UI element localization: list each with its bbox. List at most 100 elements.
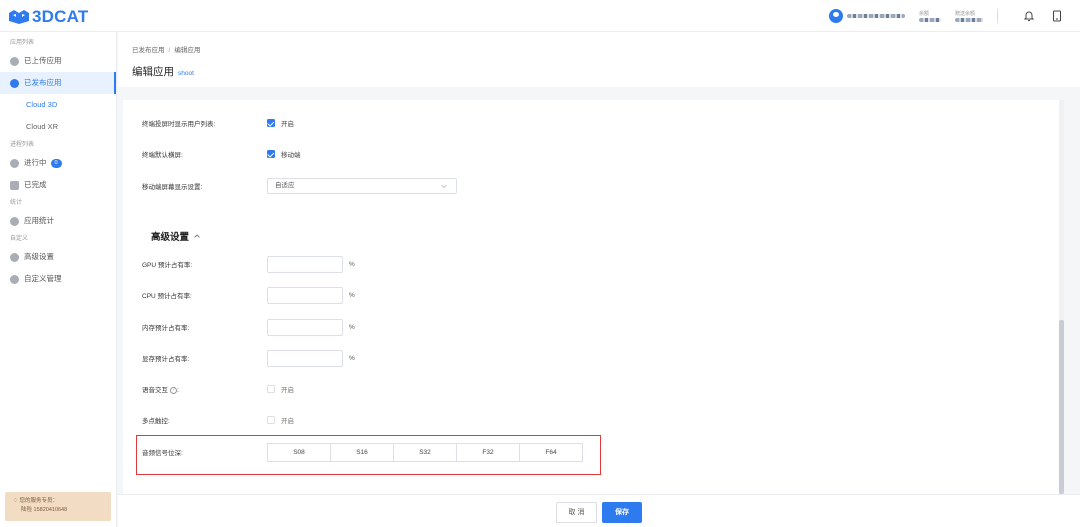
sidebar-item-app-stats[interactable]: 应用统计 bbox=[0, 210, 116, 232]
audio-depth-option-s08[interactable]: S08 bbox=[267, 442, 331, 462]
row-voice: 语音交互?: 开启 bbox=[142, 379, 294, 399]
voice-option[interactable]: 开启 bbox=[281, 384, 294, 394]
memory-input[interactable] bbox=[267, 318, 343, 336]
vram-unit: % bbox=[349, 354, 355, 362]
cat-logo-icon bbox=[9, 10, 29, 24]
brand-name: 3DCAT bbox=[32, 7, 89, 26]
publish-icon bbox=[10, 78, 19, 88]
sidebar-item-custom-mgmt[interactable]: 自定义管理 bbox=[0, 268, 116, 290]
cpu-input[interactable] bbox=[267, 286, 343, 304]
gpu-label: GPU 预计占有率: bbox=[142, 262, 193, 269]
checklist-icon bbox=[10, 180, 19, 190]
gift-balance-value-blurred bbox=[955, 18, 983, 22]
sidebar-item-published[interactable]: 已发布应用 bbox=[0, 72, 116, 94]
gift-balance-label: 赠送余额 bbox=[955, 11, 976, 17]
sidebar-item-label: 已发布应用 bbox=[24, 78, 62, 87]
row-memory: 内存预计占有率: % bbox=[142, 317, 355, 337]
service-title: ♢ 您的服务专员： bbox=[13, 497, 111, 506]
landscape-option[interactable]: 移动端 bbox=[281, 149, 301, 159]
edit-form-card: 终端投屏时显示用户列表: 开启 终端默认横屏: 移动端 移动端屏幕显示设置: 自… bbox=[123, 100, 1064, 494]
sidebar-item-done[interactable]: 已完成 bbox=[0, 174, 116, 196]
sidebar-item-advanced[interactable]: 高级设置 bbox=[0, 246, 116, 268]
gpu-unit: % bbox=[349, 260, 355, 268]
show-user-list-label: 终端投屏时显示用户列表: bbox=[142, 121, 216, 128]
stats-icon bbox=[10, 216, 19, 226]
cloud-upload-icon bbox=[10, 56, 19, 66]
save-button[interactable]: 保存 bbox=[602, 502, 642, 523]
row-landscape: 终端默认横屏: 移动端 bbox=[142, 144, 301, 164]
sidebar-item-label: 自定义管理 bbox=[24, 274, 62, 283]
bell-icon[interactable] bbox=[1022, 9, 1036, 23]
row-cpu: CPU 预计占有率: % bbox=[142, 285, 355, 305]
memory-label: 内存预计占有率: bbox=[142, 325, 190, 332]
audio-depth-option-s16[interactable]: S16 bbox=[330, 442, 394, 462]
multitouch-checkbox[interactable] bbox=[267, 416, 275, 424]
service-title-text: 您的服务专员： bbox=[19, 498, 58, 504]
audio-depth-option-f64[interactable]: F64 bbox=[519, 442, 583, 462]
divider bbox=[997, 9, 998, 23]
footer-action-bar: 取 消 保存 bbox=[118, 494, 1080, 527]
multitouch-label: 多点触控: bbox=[142, 418, 170, 425]
balance-value-blurred bbox=[919, 18, 941, 22]
memory-unit: % bbox=[349, 323, 355, 331]
sidebar-item-uploaded[interactable]: 已上传应用 bbox=[0, 50, 116, 72]
breadcrumb-published[interactable]: 已发布应用 bbox=[132, 47, 165, 54]
page-title: 编辑应用 shoot bbox=[132, 64, 194, 79]
page-header: 已发布应用 / 编辑应用 编辑应用 shoot bbox=[118, 32, 1080, 87]
cancel-button[interactable]: 取 消 bbox=[556, 502, 597, 523]
audio-depth-option-s32[interactable]: S32 bbox=[393, 442, 457, 462]
sidebar-item-label: 已上传应用 bbox=[24, 56, 62, 65]
scrollbar-track[interactable] bbox=[1059, 100, 1064, 494]
landscape-checkbox[interactable] bbox=[267, 150, 275, 158]
advanced-settings-title[interactable]: 高级设置 bbox=[151, 229, 201, 243]
gpu-input[interactable] bbox=[267, 255, 343, 273]
logo[interactable]: 3DCAT bbox=[8, 7, 88, 27]
audio-depth-option-f32[interactable]: F32 bbox=[456, 442, 520, 462]
user-avatar[interactable] bbox=[829, 9, 843, 23]
edit-icon bbox=[10, 274, 19, 284]
sidebar-item-running[interactable]: 进行中 0 bbox=[0, 152, 116, 174]
gift-balance: 赠送余额 bbox=[955, 10, 983, 22]
sidebar-group-process: 进程列表 bbox=[10, 142, 35, 148]
app-name: shoot bbox=[178, 70, 194, 77]
sidebar-subitem-cloud3d[interactable]: Cloud 3D bbox=[0, 94, 116, 116]
scrollbar-thumb[interactable] bbox=[1059, 320, 1064, 494]
sidebar-group-apps: 应用列表 bbox=[10, 40, 35, 46]
voice-checkbox[interactable] bbox=[267, 385, 275, 393]
settings-icon bbox=[10, 252, 19, 262]
audio-depth-segmented: S08 S16 S32 F32 F64 bbox=[267, 442, 583, 462]
row-gpu: GPU 预计占有率: % bbox=[142, 254, 355, 274]
sidebar-subitem-cloudxr[interactable]: Cloud XR bbox=[0, 116, 116, 138]
row-vram: 显存预计占有率: % bbox=[142, 348, 355, 368]
balance-label: 余额 bbox=[919, 11, 930, 17]
audio-depth-label: 音频信号位深: bbox=[142, 450, 183, 457]
tablet-icon[interactable] bbox=[1050, 9, 1064, 23]
sidebar-item-label: 进行中 bbox=[24, 158, 47, 167]
chevron-up-icon bbox=[194, 234, 200, 238]
vram-input[interactable] bbox=[267, 349, 343, 367]
multitouch-option[interactable]: 开启 bbox=[281, 415, 294, 425]
show-user-list-option[interactable]: 开启 bbox=[281, 118, 294, 128]
chevron-down-icon bbox=[441, 184, 447, 189]
row-multitouch: 多点触控: 开启 bbox=[142, 410, 294, 430]
show-user-list-checkbox[interactable] bbox=[267, 119, 275, 127]
sidebar-item-label: 高级设置 bbox=[24, 252, 54, 261]
sidebar-item-label: 应用统计 bbox=[24, 216, 54, 225]
mobile-display-label: 移动端屏幕显示设置: bbox=[142, 184, 203, 191]
row-show-user-list: 终端投屏时显示用户列表: 开启 bbox=[142, 113, 294, 133]
sidebar: 应用列表 已上传应用 已发布应用 Cloud 3D Cloud XR 进程列表 … bbox=[0, 32, 117, 527]
service-agent-box[interactable]: ♢ 您的服务专员： 陆险 15820410648 bbox=[5, 492, 111, 521]
play-icon bbox=[10, 158, 19, 168]
cpu-unit: % bbox=[349, 291, 355, 299]
row-audio-depth: 音频信号位深: S08 S16 S32 F32 F64 bbox=[142, 442, 583, 462]
mobile-display-value: 自适应 bbox=[275, 182, 295, 189]
sidebar-item-label: 已完成 bbox=[24, 180, 47, 189]
username-blurred[interactable] bbox=[847, 14, 905, 18]
mobile-display-select[interactable]: 自适应 bbox=[267, 178, 457, 194]
advanced-settings-text: 高级设置 bbox=[151, 232, 190, 243]
top-right-tools: 余额 赠送余额 bbox=[829, 5, 1064, 27]
vram-label: 显存预计占有率: bbox=[142, 356, 190, 363]
help-icon[interactable]: ? bbox=[170, 386, 177, 394]
balance: 余额 bbox=[919, 10, 941, 22]
page-title-text: 编辑应用 bbox=[132, 66, 174, 78]
